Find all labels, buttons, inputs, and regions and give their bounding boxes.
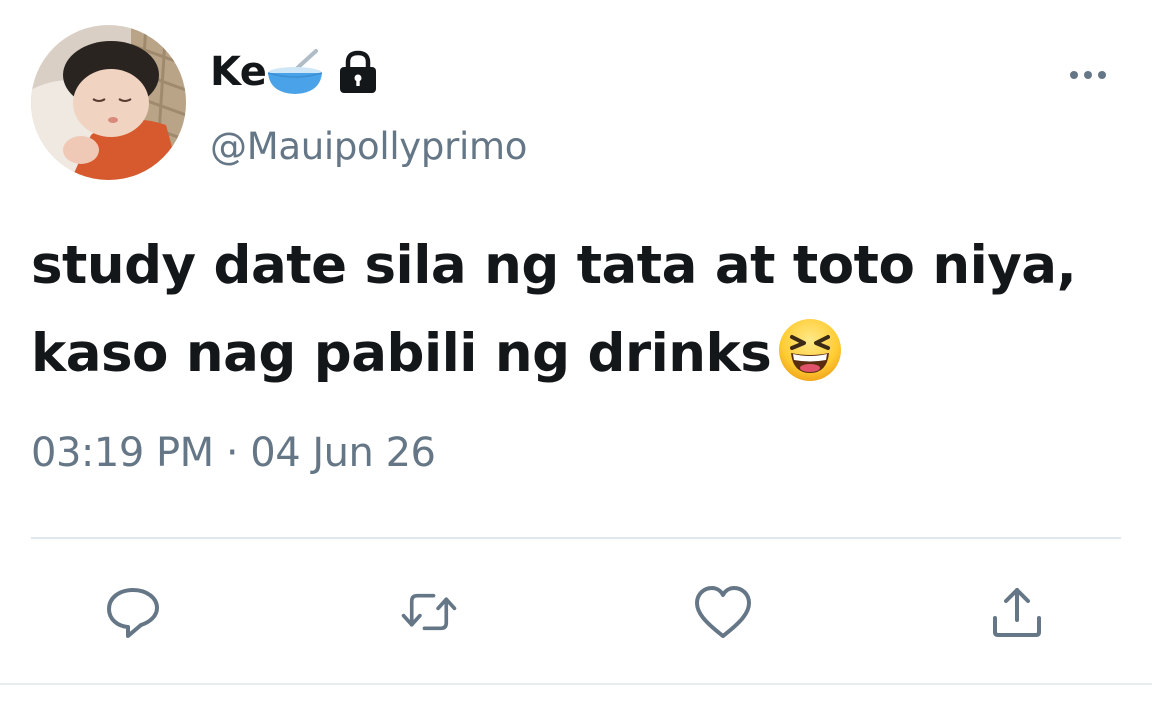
reply-icon — [107, 588, 159, 638]
share-button[interactable] — [984, 582, 1050, 642]
reply-button[interactable] — [100, 582, 166, 642]
user-handle[interactable]: @Mauipollyprimo — [210, 125, 527, 168]
divider — [31, 537, 1121, 539]
more-options-button[interactable] — [1066, 64, 1110, 86]
grinning-squinting-face-icon — [777, 317, 843, 383]
more-dots-icon — [1070, 71, 1106, 79]
display-name-row[interactable]: Ke — [210, 42, 382, 102]
retweet-button[interactable] — [396, 582, 462, 642]
like-button[interactable] — [690, 582, 756, 642]
avatar-photo — [31, 25, 186, 180]
bottom-divider — [0, 683, 1152, 685]
avatar[interactable] — [31, 25, 186, 180]
share-icon — [993, 588, 1041, 637]
bowl-with-spoon-icon — [266, 47, 324, 97]
tweet-text-line-1: study date sila ng tata at toto niya, — [31, 235, 1077, 296]
tweet-text-line-2-wrap: kaso nag pabili ng drinks — [31, 310, 1131, 398]
tweet-text-line-2: kaso nag pabili ng drinks — [31, 323, 772, 384]
tweet-text: study date sila ng tata at toto niya, ka… — [31, 222, 1131, 398]
retweet-icon — [401, 593, 457, 631]
lock-icon — [334, 48, 382, 96]
display-name[interactable]: Ke — [210, 49, 267, 95]
tweet-card: Ke @Mauipollyprimo study date sila ng ta… — [0, 0, 1152, 702]
heart-icon — [695, 586, 751, 638]
tweet-timestamp[interactable]: 03:19 PM · 04 Jun 26 — [31, 430, 436, 476]
